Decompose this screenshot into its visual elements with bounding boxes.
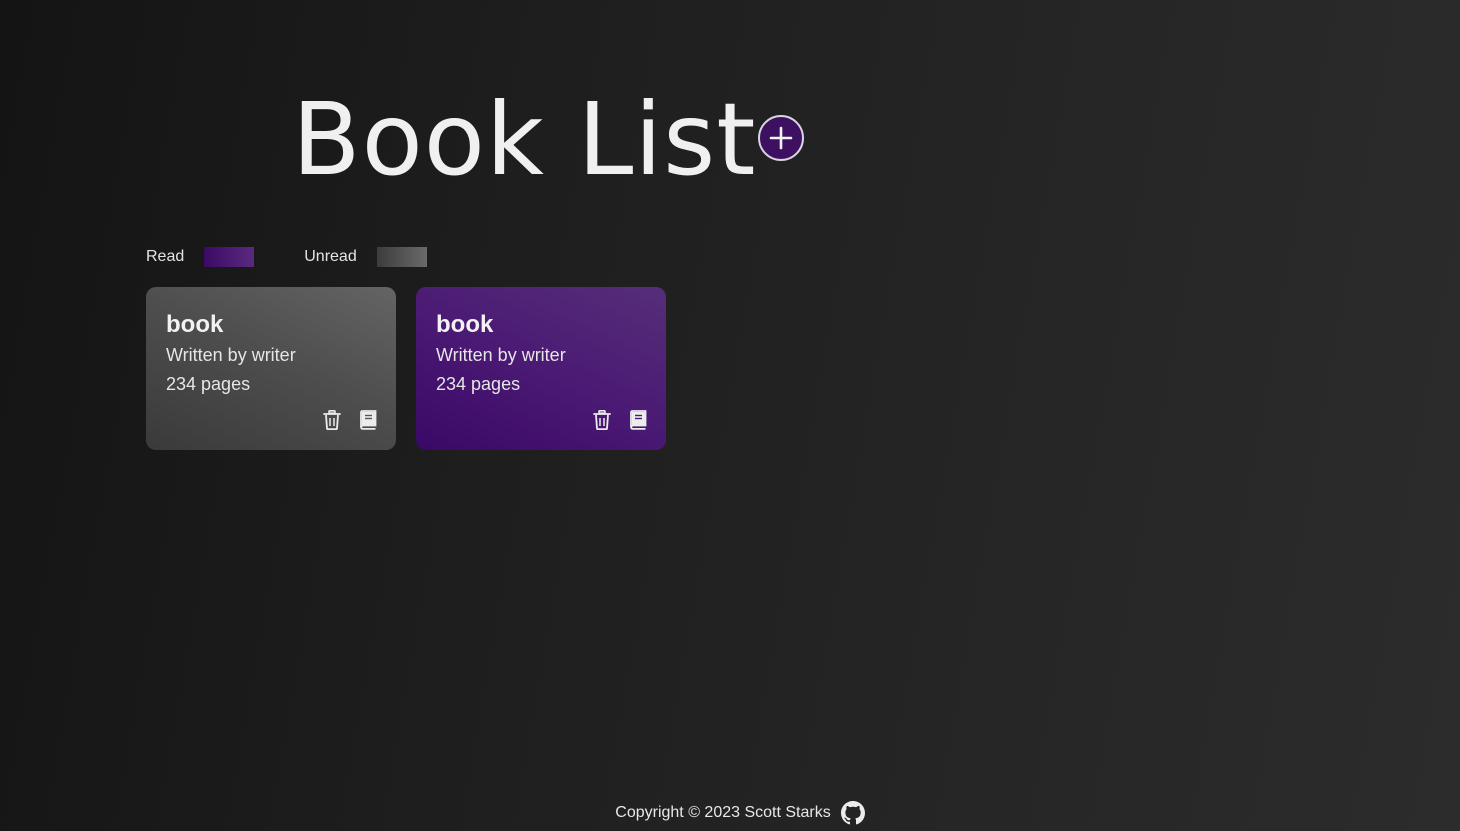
- delete-book-button[interactable]: [322, 409, 342, 431]
- book-icon: [630, 410, 647, 430]
- book-title: book: [166, 311, 224, 338]
- book-card-actions: [322, 409, 378, 431]
- legend-read-swatch: [204, 247, 255, 267]
- book-title: book: [436, 311, 494, 338]
- delete-book-button[interactable]: [592, 409, 612, 431]
- legend-read-label: Read: [146, 248, 185, 265]
- book-card-list: book Written by writer 234 pages book Wr…: [146, 287, 666, 450]
- book-pages: 234 pages: [166, 374, 251, 394]
- github-link[interactable]: [840, 801, 865, 825]
- trash-icon: [323, 410, 341, 430]
- book-card-actions: [592, 409, 648, 431]
- plus-icon: [769, 126, 793, 150]
- book-card: book Written by writer 234 pages: [146, 287, 396, 450]
- add-book-button[interactable]: [758, 115, 804, 161]
- github-icon: [840, 801, 865, 825]
- book-author: Written by writer: [166, 345, 296, 365]
- book-card: book Written by writer 234 pages: [416, 287, 666, 450]
- legend-unread-swatch: [376, 247, 427, 267]
- page-title: Book List: [292, 81, 757, 198]
- book-author: Written by writer: [436, 345, 566, 365]
- toggle-read-button[interactable]: [628, 409, 648, 431]
- page-header: Book List: [0, 78, 1460, 202]
- copyright-text: Copyright © 2023 Scott Starks: [615, 804, 831, 821]
- page-footer: Copyright © 2023 Scott Starks: [0, 801, 1460, 825]
- legend-unread-label: Unread: [304, 248, 357, 265]
- status-legend: Read Unread: [146, 246, 427, 268]
- book-pages: 234 pages: [436, 374, 521, 394]
- book-icon: [360, 410, 377, 430]
- toggle-read-button[interactable]: [358, 409, 378, 431]
- trash-icon: [593, 410, 611, 430]
